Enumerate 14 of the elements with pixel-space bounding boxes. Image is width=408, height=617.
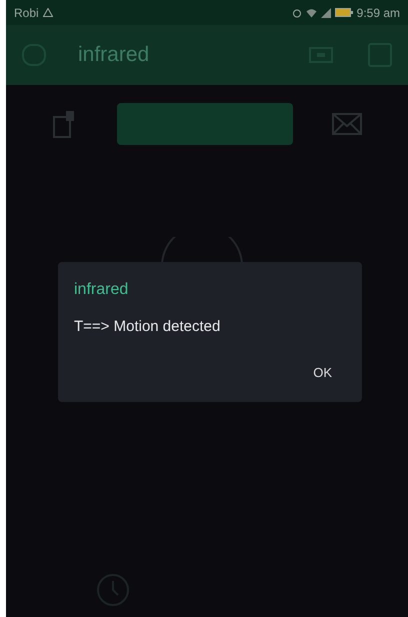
mail-icon[interactable] (332, 112, 362, 136)
dialog-message: T==> Motion detected (74, 317, 222, 337)
ok-button[interactable]: OK (305, 358, 340, 386)
widget-button[interactable] (117, 103, 293, 145)
clock-time: 9:59 am (356, 4, 400, 22)
alarm-icon (292, 8, 302, 18)
warning-icon (42, 8, 53, 17)
signal-icon (320, 8, 331, 18)
app-title: infrared (78, 42, 150, 68)
clock-icon[interactable] (96, 573, 130, 607)
wifi-icon (306, 8, 317, 18)
battery-icon (334, 8, 353, 17)
carrier-name: Robi (14, 4, 39, 22)
dialog-title: infrared (74, 280, 130, 300)
